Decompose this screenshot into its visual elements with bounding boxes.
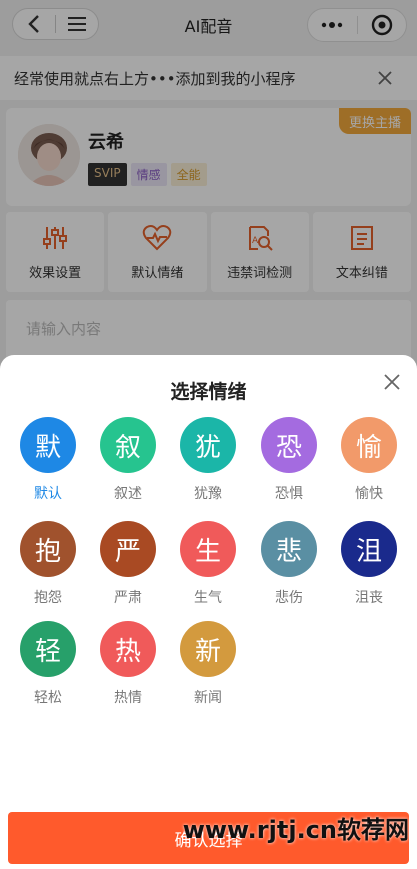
emotion-option[interactable]: 愉愉快	[329, 417, 409, 503]
emotion-circle: 严	[100, 521, 156, 577]
emotion-label: 默认	[34, 486, 62, 502]
emotion-label: 沮丧	[355, 590, 383, 606]
emotion-label: 生气	[194, 590, 222, 606]
emotion-label: 叙述	[114, 486, 142, 502]
emotion-option[interactable]: 生生气	[168, 521, 248, 607]
sheet-close-button[interactable]	[381, 371, 403, 393]
emotion-option[interactable]: 恐恐惧	[249, 417, 329, 503]
watermark: www.rjtj.cn软荐网	[182, 816, 409, 844]
close-icon	[384, 374, 400, 390]
emotion-label: 严肃	[114, 590, 142, 606]
emotion-circle: 生	[180, 521, 236, 577]
emotion-label: 犹豫	[194, 486, 222, 502]
emotion-option[interactable]: 默默认	[8, 417, 88, 503]
emotion-option[interactable]: 悲悲伤	[249, 521, 329, 607]
emotion-circle: 热	[100, 621, 156, 677]
emotion-option[interactable]: 新新闻	[168, 621, 248, 707]
emotion-label: 恐惧	[275, 486, 303, 502]
emotion-select-sheet: 选择情绪 默默认叙叙述犹犹豫恐恐惧愉愉快抱抱怨严严肃生生气悲悲伤沮沮丧轻轻松热热…	[0, 355, 417, 869]
emotion-circle: 沮	[341, 521, 397, 577]
emotion-circle: 恐	[261, 417, 317, 473]
emotion-option[interactable]: 沮沮丧	[329, 521, 409, 607]
emotion-circle: 叙	[100, 417, 156, 473]
emotion-label: 热情	[114, 690, 142, 706]
emotion-circle: 悲	[261, 521, 317, 577]
emotion-circle: 轻	[20, 621, 76, 677]
emotion-circle: 新	[180, 621, 236, 677]
emotion-option[interactable]: 犹犹豫	[168, 417, 248, 503]
emotion-circle: 愉	[341, 417, 397, 473]
emotion-option[interactable]: 抱抱怨	[8, 521, 88, 607]
emotion-label: 轻松	[34, 690, 62, 706]
emotion-label: 愉快	[355, 486, 383, 502]
emotion-option[interactable]: 严严肃	[88, 521, 168, 607]
emotion-circle: 抱	[20, 521, 76, 577]
emotion-circle: 犹	[180, 417, 236, 473]
emotion-label: 抱怨	[34, 590, 62, 606]
emotion-option[interactable]: 轻轻松	[8, 621, 88, 707]
emotion-circle: 默	[20, 417, 76, 473]
emotion-option[interactable]: 叙叙述	[88, 417, 168, 503]
emotion-label: 悲伤	[275, 590, 303, 606]
emotion-label: 新闻	[194, 690, 222, 706]
emotion-option[interactable]: 热热情	[88, 621, 168, 707]
sheet-title: 选择情绪	[170, 381, 247, 403]
